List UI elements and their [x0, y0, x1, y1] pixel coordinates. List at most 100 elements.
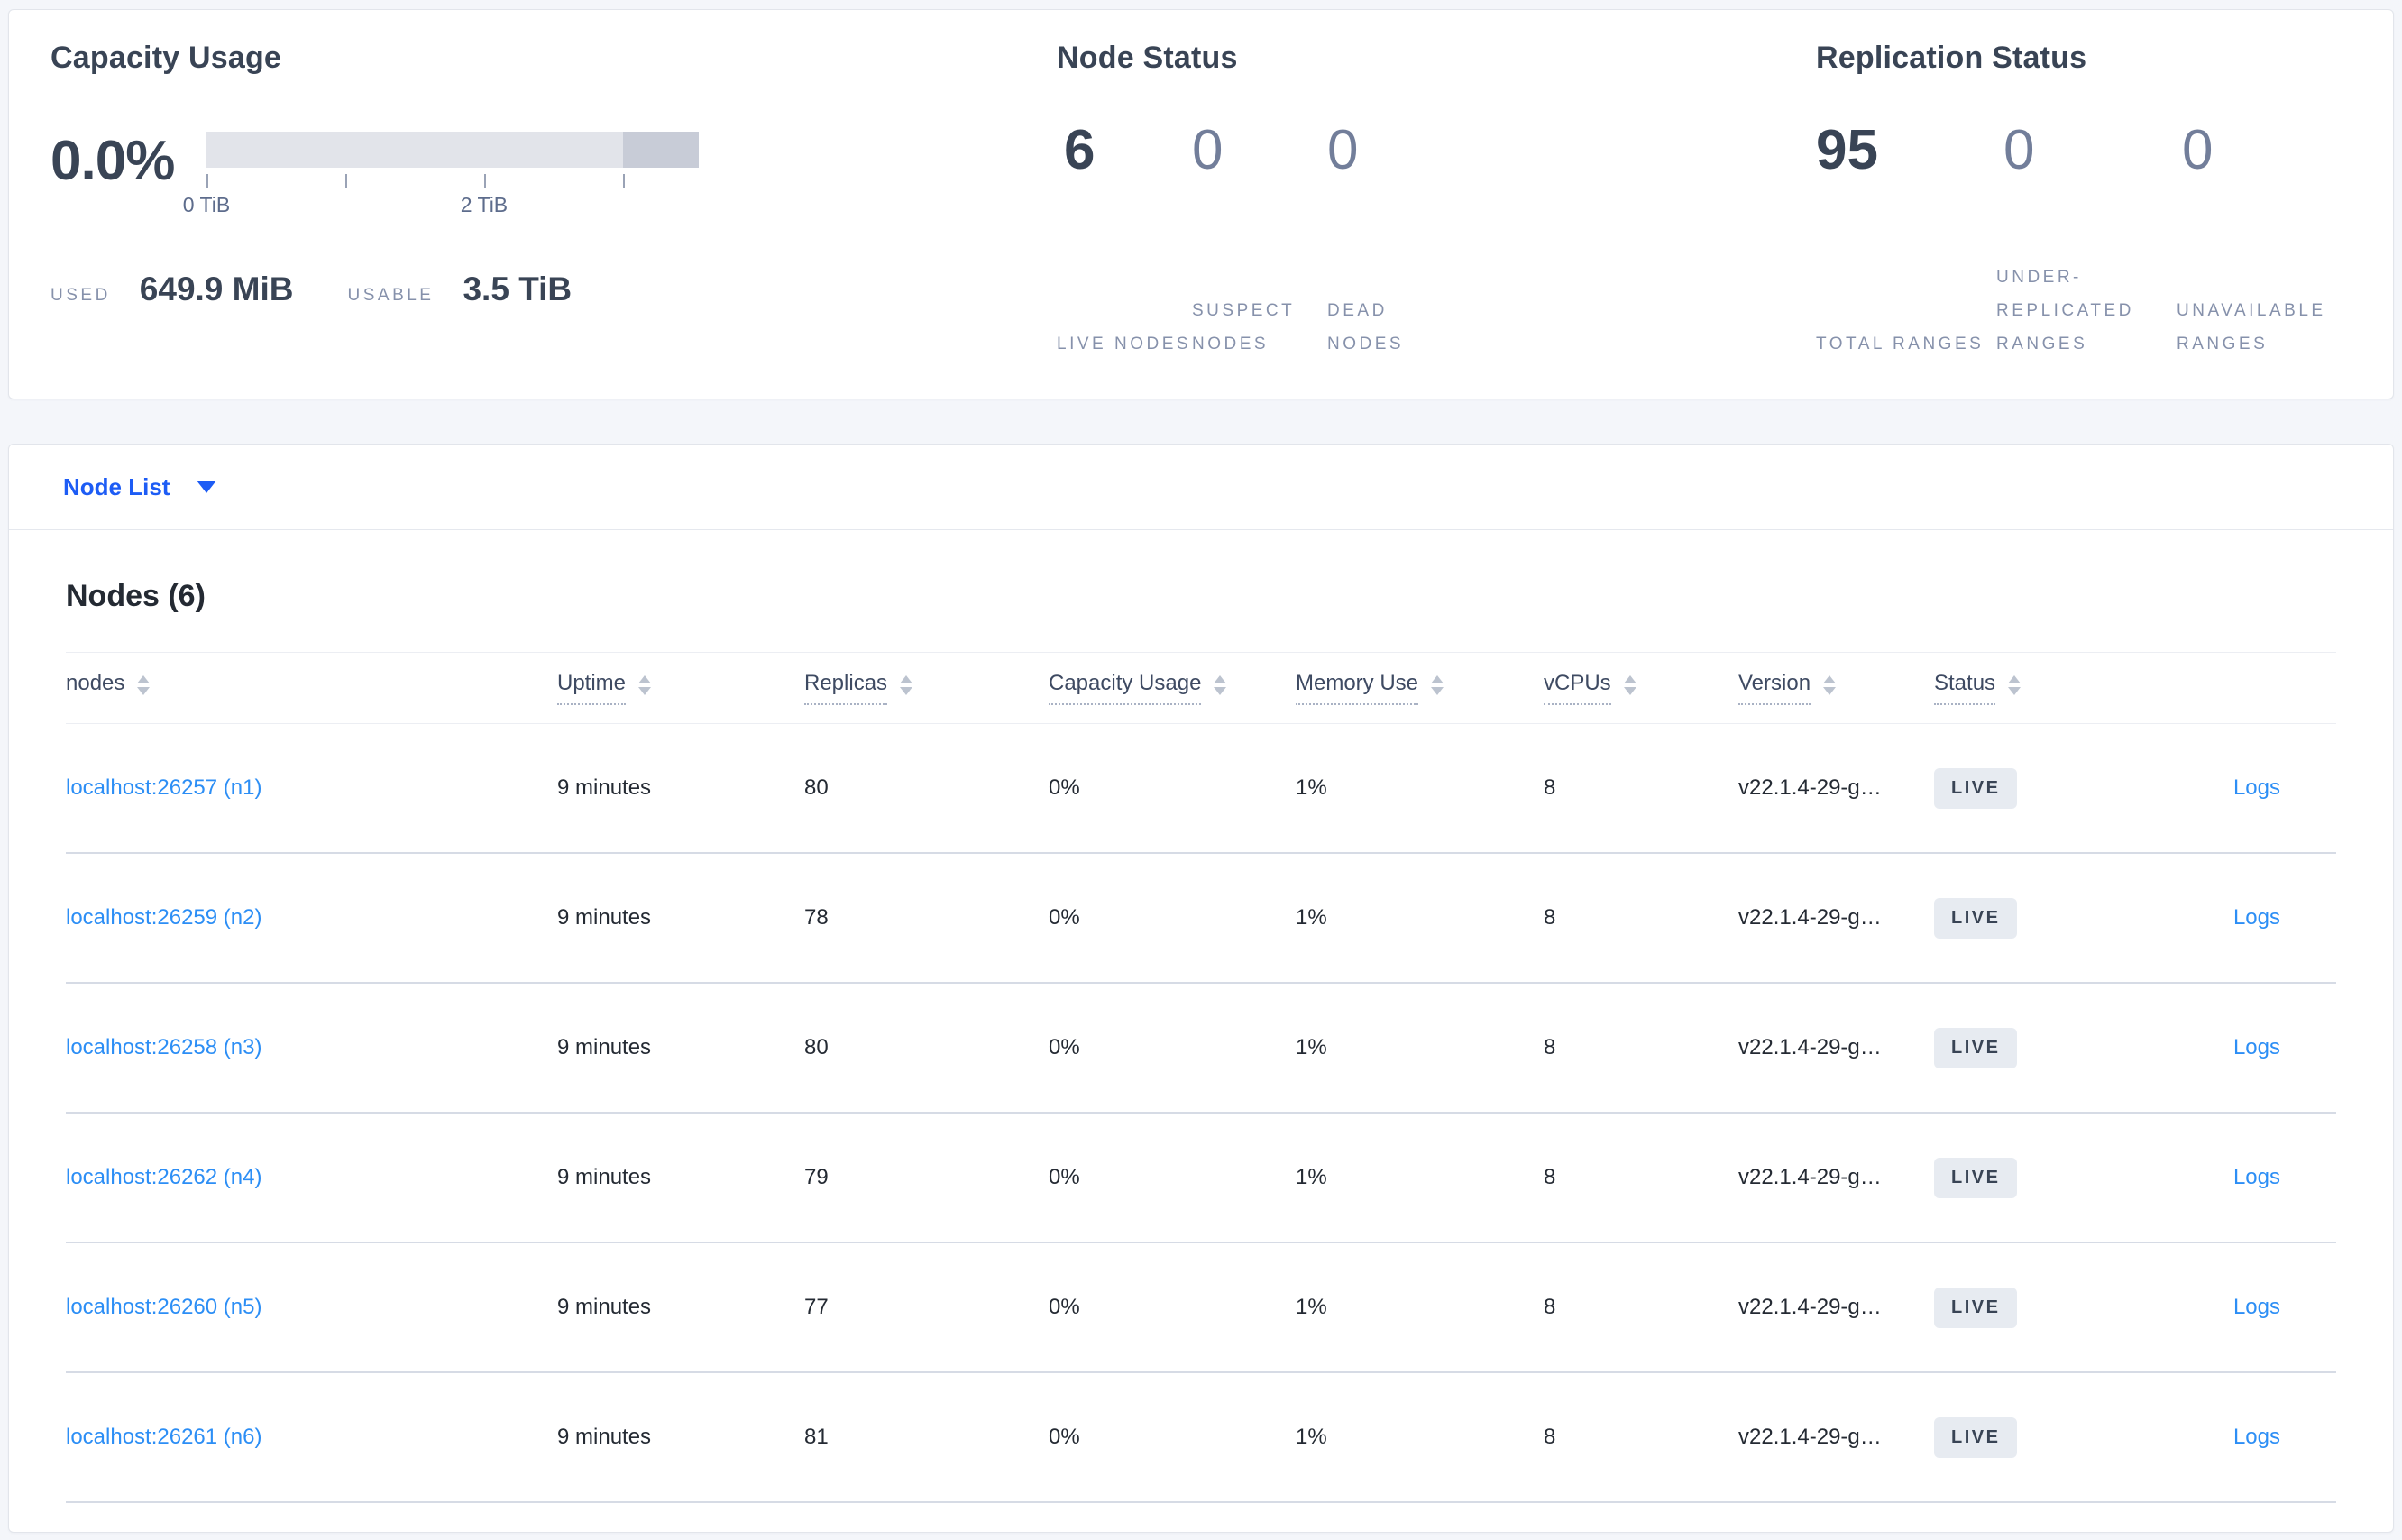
logs-link[interactable]: Logs: [2233, 1035, 2280, 1059]
cell-nodes: localhost:26257 (n1): [66, 775, 557, 801]
cell-status: LIVE: [1934, 767, 2227, 809]
status-badge: LIVE: [1934, 1027, 2018, 1068]
node-status-numbers: 6 0 0: [1057, 123, 1816, 179]
cell-replicas: 79: [804, 1165, 829, 1189]
sort-arrows-icon[interactable]: [1431, 675, 1444, 695]
cell-capacity-usage: 0%: [1049, 775, 1080, 800]
logs-link[interactable]: Logs: [2233, 905, 2280, 930]
cell-memory-use: 1%: [1296, 905, 1327, 930]
column-header-version[interactable]: Version: [1738, 671, 1934, 705]
node-address-link[interactable]: localhost:26260 (n5): [66, 1295, 261, 1319]
node-address-link[interactable]: localhost:26257 (n1): [66, 775, 261, 800]
cell-replicas: 81: [804, 1425, 829, 1449]
cell-replicas: 80: [804, 775, 829, 800]
cell-logs: Logs: [2227, 905, 2336, 930]
logs-link[interactable]: Logs: [2233, 775, 2280, 800]
axis-tick-label: 0 TiB: [182, 193, 231, 216]
logs-link[interactable]: Logs: [2233, 1165, 2280, 1189]
usable-label: USABLE: [347, 286, 435, 305]
sort-arrows-icon[interactable]: [900, 675, 913, 695]
axis-tick-mark: [622, 174, 625, 188]
sort-arrows-icon[interactable]: [137, 675, 151, 695]
cell-replicas: 77: [804, 1295, 829, 1319]
replication-status-title: Replication Status: [1816, 41, 2087, 75]
axis-tick-label: 2 TiB: [460, 193, 509, 216]
sort-arrows-icon[interactable]: [1623, 675, 1636, 695]
node-list-dropdown[interactable]: Node List: [63, 473, 170, 501]
cell-status: LIVE: [1934, 897, 2227, 939]
column-header-status[interactable]: Status: [1934, 671, 2227, 705]
column-header-vcpus[interactable]: vCPUs: [1544, 671, 1738, 705]
capacity-usage-title: Capacity Usage: [50, 41, 282, 75]
cell-version: v22.1.4-29-g…: [1738, 905, 1882, 930]
node-address-link[interactable]: localhost:26261 (n6): [66, 1425, 261, 1449]
cell-nodes: localhost:26258 (n3): [66, 1035, 557, 1060]
node-address-link[interactable]: localhost:26258 (n3): [66, 1035, 261, 1059]
column-header-uptime[interactable]: Uptime: [557, 671, 804, 705]
logs-link[interactable]: Logs: [2233, 1295, 2280, 1319]
axis-tick-mark: [344, 174, 347, 188]
total-ranges-label: TOTAL RANGES: [1816, 334, 1985, 353]
column-label: Uptime: [557, 671, 627, 705]
cell-uptime: 9 minutes: [557, 775, 652, 800]
under-replicated-ranges-label: UNDER-REPLICATED RANGES: [1996, 267, 2134, 353]
replication-status-section: Replication Status 95 0 0 TOTAL RANGES U…: [1816, 10, 2393, 399]
nodes-table-title: Nodes (6): [66, 579, 206, 613]
cell-logs: Logs: [2227, 775, 2336, 801]
cell-vcpus: 8: [1544, 1295, 1556, 1319]
view-selector: Node List: [9, 445, 2393, 530]
node-status-section: Node Status 6 0 0 LIVE NODES SUSPECT NOD…: [1057, 10, 1816, 399]
column-header-capacity-usage[interactable]: Capacity Usage: [1049, 671, 1296, 705]
cell-replicas: 80: [804, 1035, 829, 1059]
cell-uptime: 9 minutes: [557, 1165, 652, 1189]
cell-logs: Logs: [2227, 1035, 2336, 1060]
node-address-link[interactable]: localhost:26259 (n2): [66, 905, 261, 930]
cell-uptime: 9 minutes: [557, 1295, 652, 1319]
table-row: localhost:26257 (n1) 9 minutes 80 0% 1% 8 v22.…: [66, 724, 2336, 854]
table-row: localhost:26260 (n5) 9 minutes 77 0% 1% 8 v22.…: [66, 1243, 2336, 1373]
cell-status: LIVE: [1934, 1157, 2227, 1198]
replication-labels: TOTAL RANGES UNDER-REPLICATED RANGES UNA…: [1816, 261, 2393, 361]
sort-arrows-icon[interactable]: [1823, 675, 1837, 695]
sort-arrows-icon[interactable]: [1214, 675, 1227, 695]
status-badge: LIVE: [1934, 1157, 2018, 1198]
column-header-memory-use[interactable]: Memory Use: [1296, 671, 1544, 705]
unavailable-ranges-label: UNAVAILABLE RANGES: [2177, 300, 2326, 353]
chevron-down-icon[interactable]: [197, 481, 217, 493]
cell-memory-use: 1%: [1296, 1295, 1327, 1319]
cell-logs: Logs: [2227, 1165, 2336, 1190]
cell-status: LIVE: [1934, 1287, 2227, 1328]
logs-link[interactable]: Logs: [2233, 1425, 2280, 1449]
cell-version: v22.1.4-29-g…: [1738, 1165, 1882, 1189]
cell-memory-use: 1%: [1296, 1035, 1327, 1059]
sort-arrows-icon[interactable]: [638, 675, 652, 695]
cell-vcpus: 8: [1544, 905, 1556, 930]
column-label: Capacity Usage: [1049, 671, 1202, 705]
column-label: Replicas: [804, 671, 888, 705]
cell-vcpus: 8: [1544, 1035, 1556, 1059]
used-label: USED: [50, 286, 111, 305]
capacity-bar-reserved-segment: [623, 132, 699, 168]
capacity-stats: USED 649.9 MiB USABLE 3.5 TiB: [50, 270, 1057, 308]
cell-nodes: localhost:26262 (n4): [66, 1165, 557, 1190]
cell-version: v22.1.4-29-g…: [1738, 1425, 1882, 1449]
column-header-nodes[interactable]: nodes: [66, 671, 557, 705]
cell-memory-use: 1%: [1296, 1425, 1327, 1449]
cell-nodes: localhost:26260 (n5): [66, 1295, 557, 1320]
status-badge: LIVE: [1934, 1416, 2018, 1458]
sort-arrows-icon[interactable]: [2008, 675, 2022, 695]
dead-nodes-label: DEAD NODES: [1327, 300, 1405, 353]
node-address-link[interactable]: localhost:26262 (n4): [66, 1165, 261, 1189]
table-row: localhost:26258 (n3) 9 minutes 80 0% 1% 8 v22.…: [66, 984, 2336, 1114]
table-row: localhost:26262 (n4) 9 minutes 79 0% 1% 8 v22.…: [66, 1114, 2336, 1243]
suspect-nodes-count: 0: [1192, 119, 1224, 181]
cell-capacity-usage: 0%: [1049, 1165, 1080, 1189]
nodes-table-header: nodes Uptime Replicas Capacity Usage Memory …: [66, 652, 2336, 724]
status-badge: LIVE: [1934, 1287, 2018, 1328]
column-label: Version: [1738, 671, 1811, 705]
replication-numbers: 95 0 0: [1816, 123, 2393, 179]
capacity-bar-chart: 0 TiB 2 TiB: [183, 132, 699, 220]
column-label: Status: [1934, 671, 1996, 705]
column-header-replicas[interactable]: Replicas: [804, 671, 1049, 705]
cluster-overview-page: Capacity Usage 0.0% 0 TiB 2 TiB USED 649.…: [0, 0, 2402, 1540]
